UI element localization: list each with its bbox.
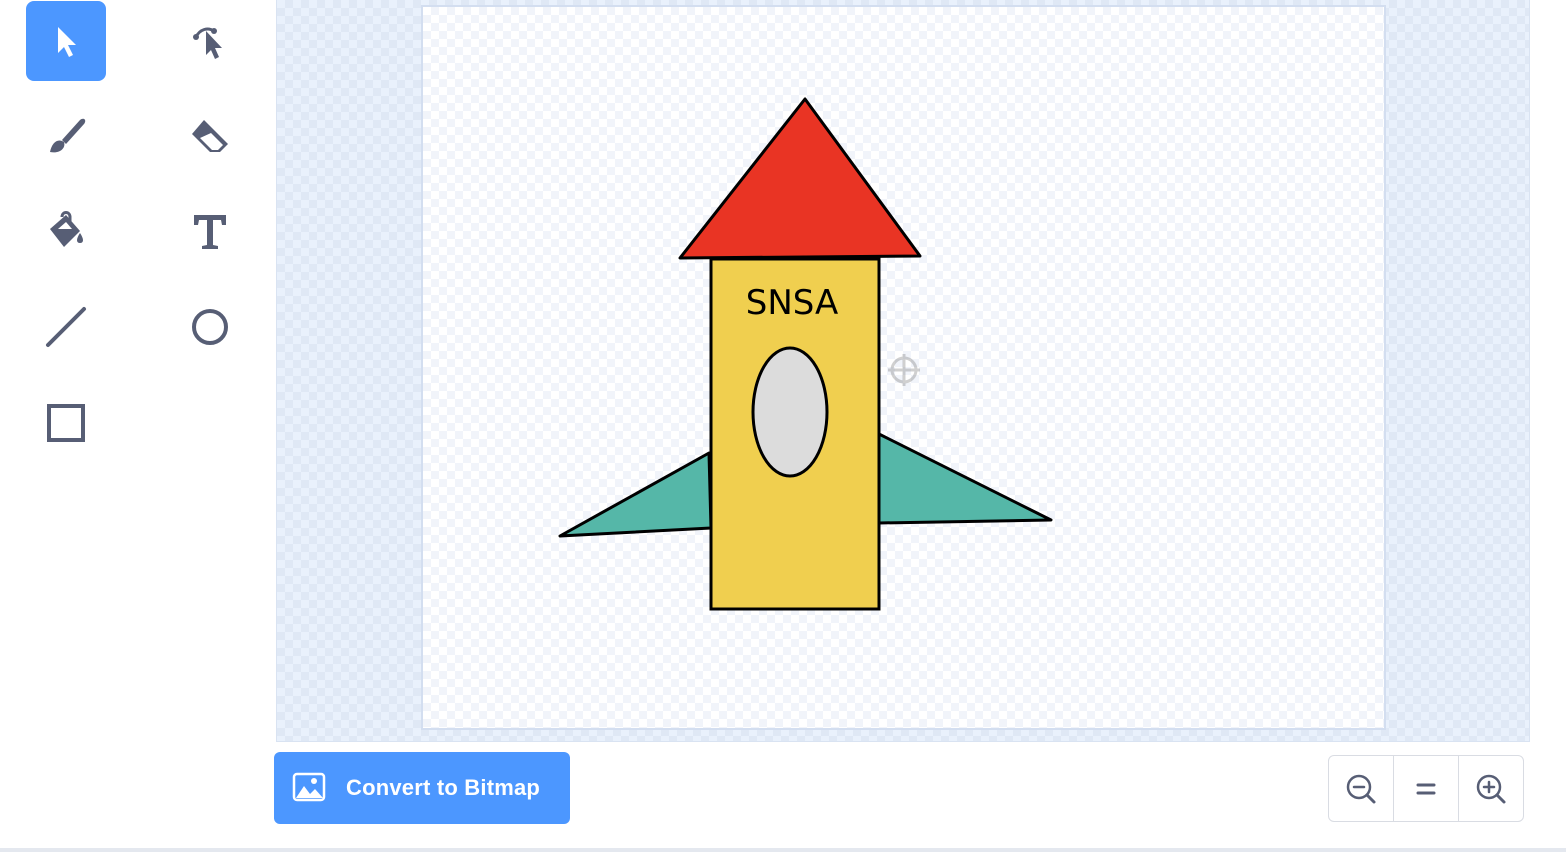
square-icon	[47, 404, 85, 442]
line-icon	[46, 307, 86, 347]
reshape-pointer-icon	[193, 27, 222, 59]
artboard[interactable]: SNSA	[421, 5, 1386, 730]
rocket-right-fin[interactable]	[877, 432, 1053, 525]
zoom-out-button[interactable]	[1329, 756, 1393, 821]
line-tool[interactable]	[26, 287, 106, 367]
rocket-drawing[interactable]: SNSA	[423, 7, 1384, 728]
bottom-divider	[0, 848, 1566, 852]
zoom-out-icon	[1346, 774, 1376, 803]
eraser-icon	[192, 120, 228, 152]
select-tool[interactable]	[26, 1, 106, 81]
paint-bucket-icon	[50, 211, 83, 247]
zoom-reset-icon	[1416, 783, 1436, 794]
fill-tool[interactable]	[26, 191, 106, 271]
canvas-area[interactable]: SNSA	[276, 0, 1530, 742]
arrow-pointer-icon	[58, 27, 76, 57]
rocket-nose-cone[interactable]	[678, 97, 922, 260]
paintbrush-icon	[50, 118, 86, 153]
zoom-controls	[1328, 755, 1524, 822]
paint-editor: SNSA Convert to Bitmap	[0, 0, 1566, 852]
convert-to-bitmap-label: Convert to Bitmap	[346, 775, 541, 800]
center-crosshair-icon	[888, 354, 920, 386]
zoom-in-icon	[1476, 774, 1506, 803]
rectangle-tool[interactable]	[26, 383, 106, 463]
circle-tool[interactable]	[170, 287, 250, 367]
text-t-icon	[194, 215, 226, 249]
rocket-label-text[interactable]: SNSA	[746, 283, 839, 323]
circle-icon	[192, 309, 228, 345]
rocket-window[interactable]	[751, 346, 829, 478]
zoom-in-button[interactable]	[1458, 756, 1523, 821]
eraser-tool[interactable]	[170, 96, 250, 176]
text-tool[interactable]	[170, 191, 250, 271]
convert-to-bitmap-button[interactable]: Convert to Bitmap	[274, 752, 570, 824]
rocket-left-fin[interactable]	[558, 451, 713, 538]
brush-tool[interactable]	[26, 96, 106, 176]
image-icon	[292, 772, 326, 802]
reshape-tool[interactable]	[170, 1, 250, 81]
zoom-reset-button[interactable]	[1393, 756, 1458, 821]
